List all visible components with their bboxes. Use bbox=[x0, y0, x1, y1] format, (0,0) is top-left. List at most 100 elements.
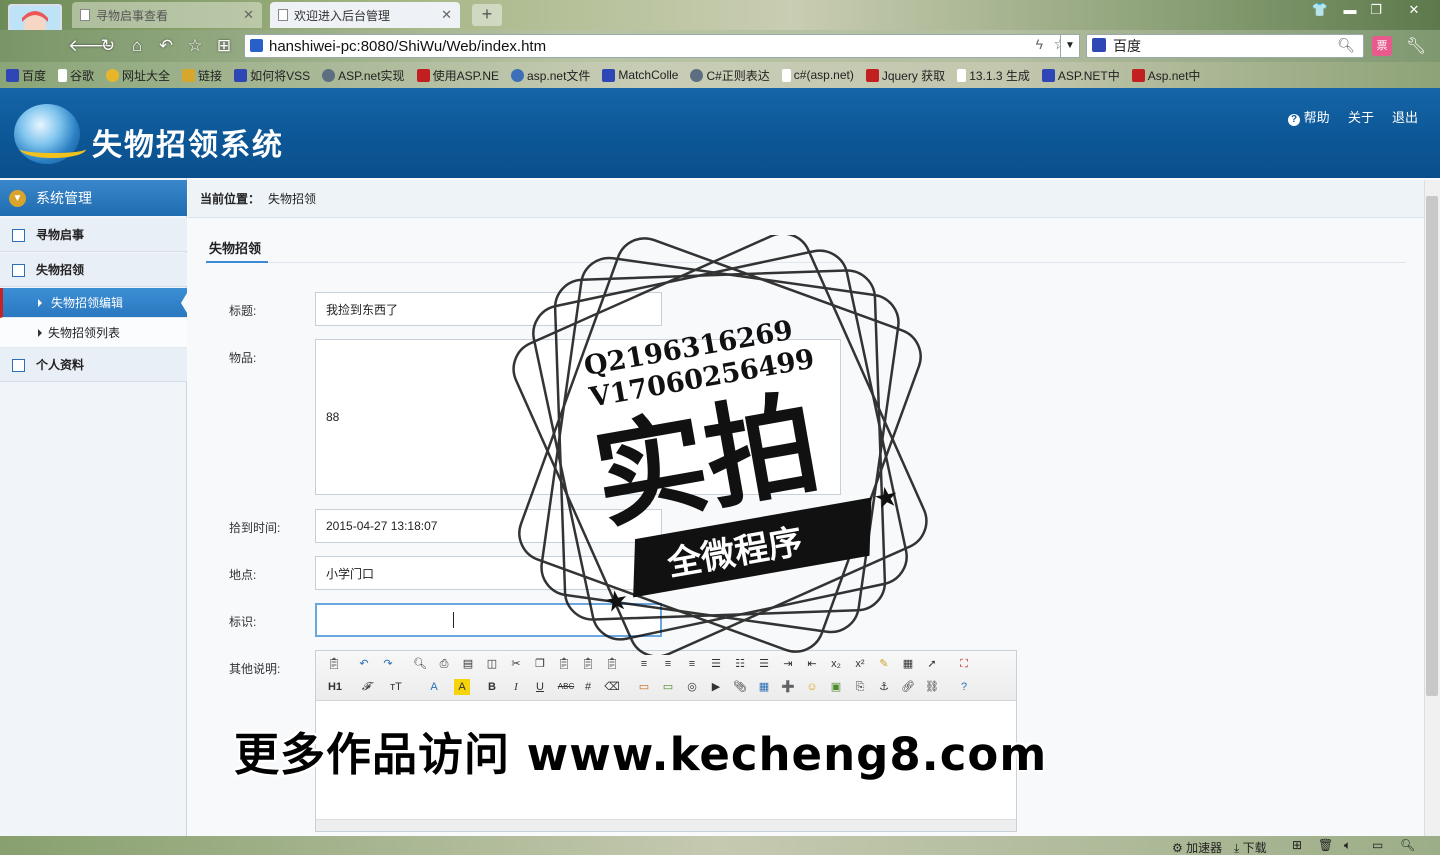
strikethrough-button[interactable]: ABC bbox=[556, 679, 576, 695]
place-input[interactable]: 小学门口 bbox=[315, 556, 662, 590]
bookmark-item[interactable]: MatchColle bbox=[602, 68, 678, 82]
minimize-icon[interactable]: ▬ bbox=[1338, 2, 1362, 17]
heading-button[interactable]: H1 bbox=[324, 679, 346, 695]
tab-lost-notice-view[interactable]: 寻物启事查看 ✕ bbox=[72, 2, 262, 28]
page-break-icon[interactable]: ⎘ bbox=[852, 679, 868, 695]
template-icon[interactable]: ▤ bbox=[460, 656, 476, 672]
table-icon[interactable]: ▦ bbox=[756, 679, 772, 695]
insert-row-icon[interactable]: ➕ bbox=[780, 679, 796, 695]
highlight-icon[interactable]: A bbox=[454, 679, 470, 695]
anchor-icon[interactable]: ⚓ bbox=[876, 679, 892, 695]
sidebar-item-profile[interactable]: 个人资料 bbox=[0, 348, 187, 382]
wrench-icon[interactable]: 🔧︎ bbox=[1406, 36, 1426, 56]
ticket-icon[interactable]: 票 bbox=[1372, 36, 1392, 56]
close-window-icon[interactable]: ✕ bbox=[1402, 2, 1426, 18]
copy-icon[interactable]: ❐ bbox=[532, 656, 548, 672]
id-input[interactable] bbox=[315, 603, 662, 637]
bookmark-item[interactable]: 百度 bbox=[6, 67, 46, 84]
paste-text-icon[interactable]: 📋︎ bbox=[580, 656, 596, 672]
undo-close-icon[interactable]: ↶ bbox=[155, 36, 177, 56]
align-center-icon[interactable]: ≡ bbox=[660, 656, 676, 672]
italic-button[interactable]: I bbox=[508, 679, 524, 695]
code-icon[interactable]: ◫ bbox=[484, 656, 500, 672]
subscript-icon[interactable]: x₂ bbox=[828, 656, 844, 672]
logout-link[interactable]: 退出 bbox=[1392, 107, 1418, 126]
sidebar-item-found-items[interactable]: 失物招领 bbox=[0, 253, 187, 287]
tab-admin[interactable]: 欢迎进入后台管理 ✕ bbox=[270, 2, 460, 28]
print-icon[interactable]: ⎙ bbox=[436, 656, 452, 672]
trash-icon[interactable]: 🗑︎ bbox=[1318, 838, 1333, 852]
flash-icon[interactable]: ◎ bbox=[684, 679, 700, 695]
attachment-icon[interactable]: 📎︎ bbox=[732, 679, 748, 695]
skin-icon[interactable]: 👕 bbox=[1308, 2, 1332, 18]
bookmark-item[interactable]: 如何将VSS bbox=[234, 67, 310, 84]
favorite-star-icon[interactable]: ☆ bbox=[184, 36, 206, 56]
fullscreen-icon[interactable]: ⛶ bbox=[956, 656, 972, 672]
paste-word-icon[interactable]: 📋︎ bbox=[604, 656, 620, 672]
justify-icon[interactable]: ☰ bbox=[708, 656, 724, 672]
apps-grid-icon[interactable]: ⊞ bbox=[213, 36, 235, 56]
sidebar-item-lost-notice[interactable]: 寻物启事 bbox=[0, 218, 187, 252]
underline-button[interactable]: U bbox=[532, 679, 548, 695]
redo-icon[interactable]: ↷ bbox=[380, 656, 396, 672]
editor-resize-handle[interactable] bbox=[316, 819, 1016, 831]
superscript-icon[interactable]: x² bbox=[852, 656, 868, 672]
title-input[interactable]: 我捡到东西了 bbox=[315, 292, 662, 326]
hr-icon[interactable]: # bbox=[580, 679, 596, 695]
select-all-icon[interactable]: ▦ bbox=[900, 656, 916, 672]
font-color-icon[interactable]: A bbox=[426, 679, 442, 695]
paste-icon[interactable]: 📋︎ bbox=[556, 656, 572, 672]
volume-icon[interactable]: 🔈︎ bbox=[1344, 838, 1351, 853]
items-textarea[interactable]: 88 bbox=[315, 339, 841, 495]
cut-icon[interactable]: ✂ bbox=[508, 656, 524, 672]
back-icon[interactable]: 🡐 bbox=[68, 36, 114, 56]
download-button[interactable]: ⤓ 下载 bbox=[1234, 839, 1267, 855]
bookmark-item[interactable]: asp.net文件 bbox=[511, 67, 590, 84]
unordered-list-icon[interactable]: ☰ bbox=[756, 656, 772, 672]
bookmark-item[interactable]: Asp.net中 bbox=[1131, 67, 1200, 84]
bookmark-item[interactable]: ASP.net实现 bbox=[322, 67, 405, 84]
source-icon[interactable]: 📋︎ bbox=[326, 656, 342, 672]
clear-format-icon[interactable]: ✎ bbox=[876, 656, 892, 672]
undo-icon[interactable]: ↶ bbox=[356, 656, 372, 672]
bookmark-item[interactable]: 谷歌 bbox=[58, 67, 94, 84]
unlink-icon[interactable]: ⛓ bbox=[924, 679, 940, 695]
bookmark-item[interactable]: 链接 bbox=[182, 67, 222, 84]
media-icon[interactable]: ▶ bbox=[708, 679, 724, 695]
refresh-icon[interactable]: ↻ bbox=[97, 36, 119, 56]
search-box[interactable]: 百度 🔍︎ bbox=[1086, 34, 1364, 58]
help-link[interactable]: ? 帮助 bbox=[1288, 107, 1330, 126]
bookmark-item[interactable]: 使用ASP.NE bbox=[416, 67, 499, 84]
accelerator-button[interactable]: ⚙ 加速器 bbox=[1172, 839, 1222, 855]
new-tab-button[interactable]: + bbox=[472, 4, 502, 26]
align-left-icon[interactable]: ≡ bbox=[636, 656, 652, 672]
ordered-list-icon[interactable]: ☷ bbox=[732, 656, 748, 672]
cursor-icon[interactable]: ➚ bbox=[924, 656, 940, 672]
scrollbar-thumb[interactable] bbox=[1426, 196, 1438, 696]
lightning-icon[interactable]: ϟ bbox=[1036, 36, 1043, 52]
map-icon[interactable]: ▣ bbox=[828, 679, 844, 695]
time-input[interactable]: 2015-04-27 13:18:07 bbox=[315, 509, 662, 543]
sidebar-subitem-found-edit[interactable]: 失物招领编辑 bbox=[0, 288, 187, 318]
address-bar[interactable]: hanshiwei-pc:8080/ShiWu/Web/index.htm ϟ … bbox=[244, 34, 1080, 58]
about-link[interactable]: 关于 bbox=[1348, 107, 1374, 126]
indent-icon[interactable]: ⇥ bbox=[780, 656, 796, 672]
font-size-icon[interactable]: ᴛT bbox=[388, 679, 404, 695]
preview-icon[interactable]: 🔍︎ bbox=[412, 656, 428, 672]
bookmark-item[interactable]: 网址大全 bbox=[106, 67, 170, 84]
add-icon[interactable]: ⊞ bbox=[1292, 838, 1302, 852]
home-icon[interactable]: ⌂ bbox=[126, 36, 148, 56]
window-icon[interactable]: ▭ bbox=[1372, 838, 1383, 852]
bookmark-item[interactable]: Jquery 获取 bbox=[865, 67, 945, 84]
image-icon[interactable]: ▭ bbox=[636, 679, 652, 695]
url-dropdown-icon[interactable]: ▼ bbox=[1060, 34, 1080, 58]
emoticon-icon[interactable]: ☺ bbox=[804, 679, 820, 695]
help-circle-icon[interactable]: ? bbox=[956, 679, 972, 695]
font-family-icon[interactable]: 𝓕 bbox=[358, 679, 374, 695]
bold-button[interactable]: B bbox=[484, 679, 500, 695]
multi-image-icon[interactable]: ▭ bbox=[660, 679, 676, 695]
close-icon[interactable]: ✕ bbox=[243, 7, 254, 23]
bookmark-item[interactable]: C#正则表达 bbox=[690, 67, 770, 84]
bookmark-item[interactable]: 13.1.3 生成 bbox=[957, 67, 1030, 84]
sidebar-subitem-found-list[interactable]: 失物招领列表 bbox=[0, 318, 187, 348]
